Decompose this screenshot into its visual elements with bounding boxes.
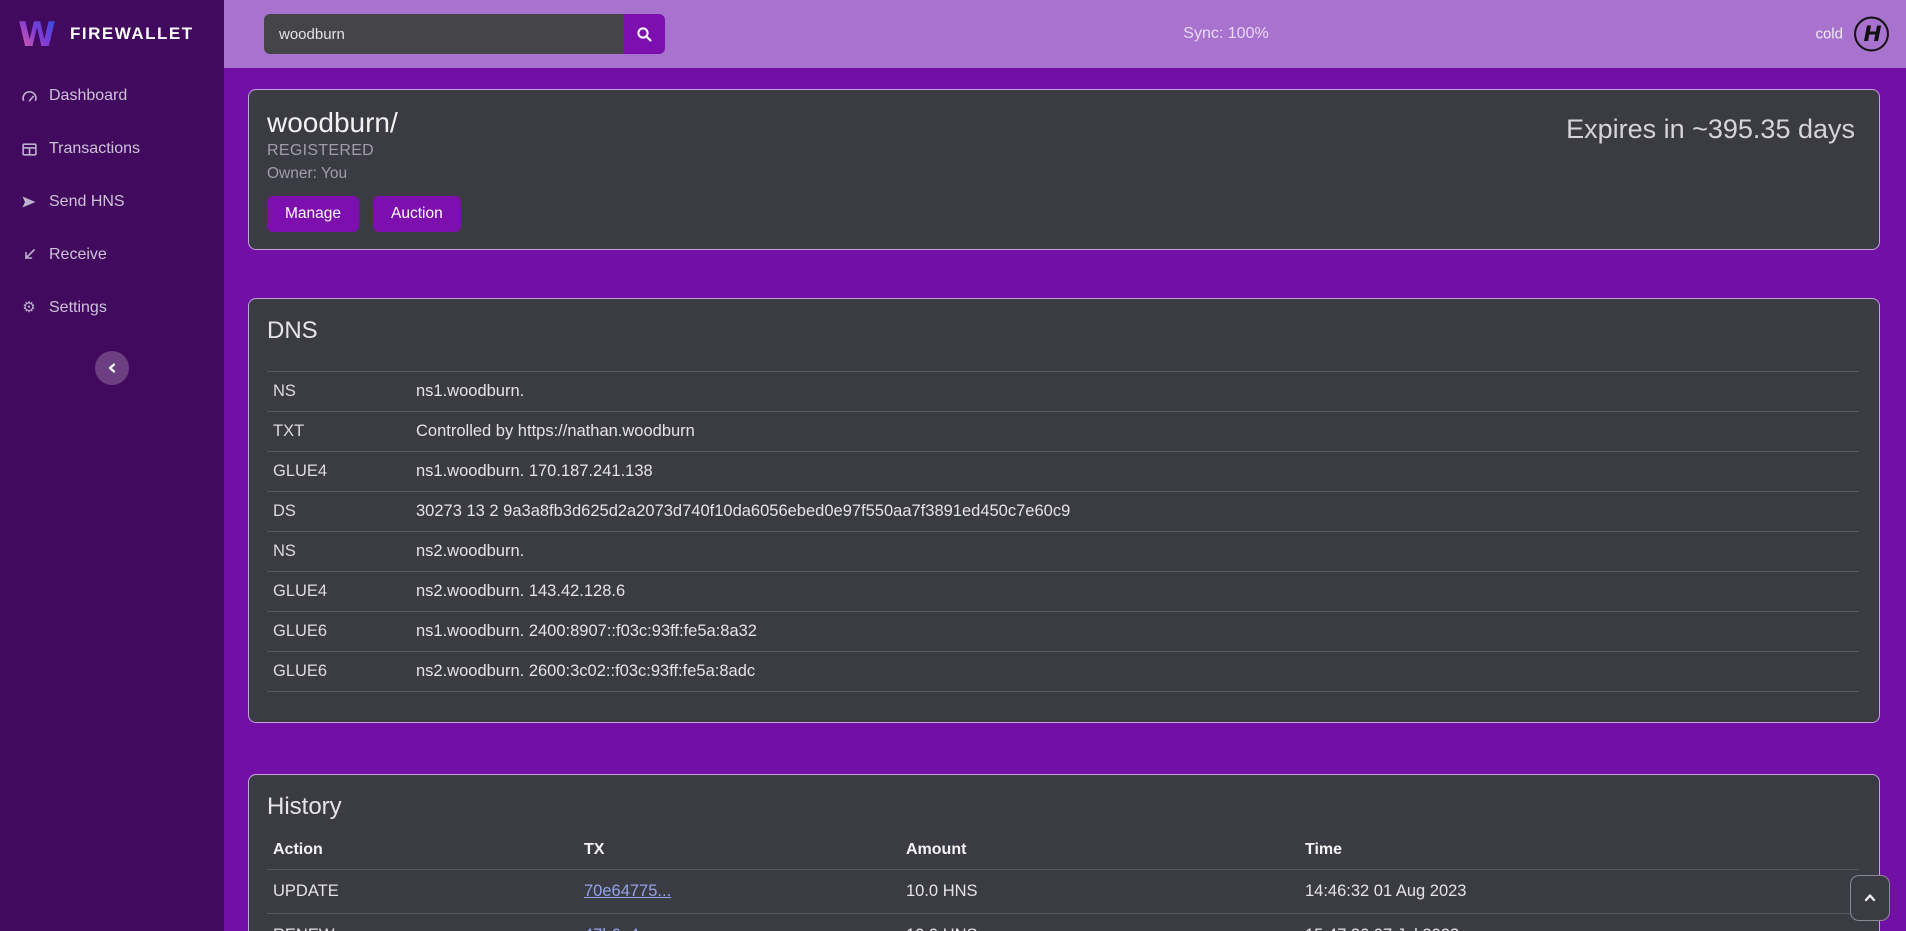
domain-name: woodburn/ (267, 106, 461, 140)
domain-status: REGISTERED (267, 140, 461, 162)
dashboard-gauge-icon (20, 87, 38, 105)
search-group (264, 14, 665, 54)
sidebar-item-label: Receive (49, 246, 107, 264)
dns-record-row: DS 30273 13 2 9a3a8fb3d625d2a2073d740f10… (267, 492, 1859, 532)
handshake-logo-icon: H (1853, 16, 1890, 53)
firewallet-logo-icon: W (16, 13, 58, 55)
sync-status: Sync: 100% (1183, 25, 1268, 43)
history-row: UPDATE 70e64775... 10.0 HNS 14:46:32 01 … (267, 870, 1859, 914)
domain-card: woodburn/ REGISTERED Owner: You Manage A… (248, 89, 1880, 250)
dns-record-value: ns2.woodburn. 143.42.128.6 (416, 582, 625, 601)
search-input[interactable] (264, 14, 624, 54)
content: woodburn/ REGISTERED Owner: You Manage A… (224, 68, 1906, 931)
sidebar-item-label: Settings (49, 299, 107, 317)
dns-record-type: DS (273, 502, 416, 521)
transactions-table-icon (20, 140, 38, 158)
chevron-up-icon (1861, 889, 1879, 907)
history-header-row: Action TX Amount Time (267, 831, 1859, 870)
sidebar-item-label: Transactions (49, 140, 140, 158)
send-plane-icon (20, 193, 38, 211)
sidebar-item-settings[interactable]: ⚙ Settings (0, 296, 224, 320)
dns-record-row: NS ns2.woodburn. (267, 532, 1859, 572)
sidebar-item-receive[interactable]: Receive (0, 243, 224, 267)
arrow-down-left-icon (20, 246, 38, 264)
history-title: History (267, 793, 1859, 821)
dns-record-row: GLUE4 ns1.woodburn. 170.187.241.138 (267, 452, 1859, 492)
dns-record-type: GLUE4 (273, 462, 416, 481)
manage-button[interactable]: Manage (267, 196, 359, 232)
domain-expiry: Expires in ~395.35 days (1566, 106, 1855, 232)
search-icon (636, 26, 653, 43)
dns-record-type: NS (273, 382, 416, 401)
dns-record-row: TXT Controlled by https://nathan.woodbur… (267, 412, 1859, 452)
dns-table: NS ns1.woodburn. TXT Controlled by https… (267, 371, 1859, 692)
dns-record-row: GLUE6 ns2.woodburn. 2600:3c02::f03c:93ff… (267, 652, 1859, 692)
dns-record-type: GLUE4 (273, 582, 416, 601)
wallet-name: cold (1815, 26, 1843, 43)
sidebar: W FIREWALLET Dashboard Transactions (0, 0, 224, 931)
brand: W FIREWALLET (0, 0, 224, 68)
topbar: Sync: 100% cold H (224, 0, 1906, 68)
history-time: 14:46:32 01 Aug 2023 (1305, 882, 1853, 901)
sidebar-item-label: Send HNS (49, 193, 125, 211)
svg-text:W: W (18, 15, 56, 55)
auction-button[interactable]: Auction (373, 196, 461, 232)
history-col-time: Time (1305, 841, 1853, 859)
dns-card: DNS NS ns1.woodburn. TXT Controlled by h… (248, 298, 1880, 723)
dns-record-type: NS (273, 542, 416, 561)
dns-record-value: ns2.woodburn. (416, 542, 524, 561)
domain-info: woodburn/ REGISTERED Owner: You Manage A… (267, 106, 461, 232)
domain-owner: Owner: You (267, 162, 461, 186)
sidebar-item-send-hns[interactable]: Send HNS (0, 190, 224, 214)
dns-title: DNS (267, 317, 1859, 345)
history-table: UPDATE 70e64775... 10.0 HNS 14:46:32 01 … (267, 870, 1859, 931)
search-button[interactable] (624, 14, 665, 54)
wallet-chip[interactable]: cold H (1815, 16, 1890, 53)
dns-record-type: GLUE6 (273, 662, 416, 681)
gear-icon: ⚙ (20, 299, 38, 317)
scroll-top-button[interactable] (1850, 875, 1890, 921)
history-card: History Action TX Amount Time UPDATE 70e… (248, 774, 1880, 931)
history-amount: 10.0 HNS (906, 882, 1305, 901)
brand-name: FIREWALLET (70, 24, 194, 44)
dns-record-type: TXT (273, 422, 416, 441)
history-time: 15:47:36 07 Jul 2023 (1305, 926, 1853, 931)
sidebar-item-dashboard[interactable]: Dashboard (0, 84, 224, 108)
dns-record-value: ns1.woodburn. 2400:8907::f03c:93ff:fe5a:… (416, 622, 757, 641)
sidebar-item-transactions[interactable]: Transactions (0, 137, 224, 161)
history-tx-link[interactable]: 47b6e4... (584, 926, 653, 931)
dns-record-value: 30273 13 2 9a3a8fb3d625d2a2073d740f10da6… (416, 502, 1070, 521)
domain-actions: Manage Auction (267, 196, 461, 232)
dns-record-type: GLUE6 (273, 622, 416, 641)
history-col-amount: Amount (906, 841, 1305, 859)
dns-record-value: ns1.woodburn. (416, 382, 524, 401)
history-action: UPDATE (273, 882, 584, 901)
main-area: Sync: 100% cold H woodburn/ REGISTERED O… (224, 0, 1906, 931)
history-amount: 10.0 HNS (906, 926, 1305, 931)
dns-record-row: GLUE4 ns2.woodburn. 143.42.128.6 (267, 572, 1859, 612)
history-col-action: Action (273, 841, 584, 859)
sidebar-nav: Dashboard Transactions Send HNS (0, 84, 224, 320)
history-tx-link[interactable]: 70e64775... (584, 882, 671, 900)
dns-record-value: ns2.woodburn. 2600:3c02::f03c:93ff:fe5a:… (416, 662, 755, 681)
dns-record-value: ns1.woodburn. 170.187.241.138 (416, 462, 653, 481)
svg-text:H: H (1863, 22, 1881, 47)
sidebar-collapse-button[interactable] (95, 351, 129, 385)
sidebar-item-label: Dashboard (49, 87, 127, 105)
dns-record-value: Controlled by https://nathan.woodburn (416, 422, 695, 441)
history-col-tx: TX (584, 841, 906, 859)
history-action: RENEW (273, 926, 584, 931)
dns-record-row: NS ns1.woodburn. (267, 372, 1859, 412)
chevron-left-icon (104, 360, 120, 376)
history-row: RENEW 47b6e4... 10.0 HNS 15:47:36 07 Jul… (267, 914, 1859, 931)
dns-record-row: GLUE6 ns1.woodburn. 2400:8907::f03c:93ff… (267, 612, 1859, 652)
